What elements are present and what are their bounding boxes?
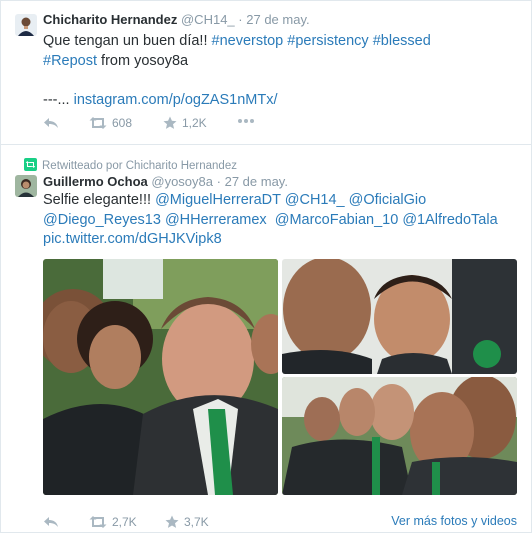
more-button[interactable]	[237, 118, 255, 124]
tweet-timestamp[interactable]: 27 de may.	[246, 12, 309, 27]
tweet-text: Que tengan un buen día!! #neverstop #per…	[43, 32, 523, 110]
instagram-link[interactable]: instagram.com/p/ogZAS1nMTx/	[74, 92, 278, 108]
mention-marcofabian[interactable]: @MarcoFabian_10	[275, 212, 399, 228]
dashes-text: ---...	[43, 91, 74, 108]
retweet-count: 608	[112, 116, 133, 130]
favorite-count: 1,2K	[182, 116, 207, 130]
more-photos-link[interactable]: Ver más fotos y videos	[391, 514, 517, 528]
favorite-count: 3,7K	[184, 515, 209, 529]
reply-button[interactable]	[43, 515, 59, 529]
tweet-actions: 2,7K 3,7K	[43, 515, 243, 533]
hashtag-neverstop[interactable]: #neverstop	[212, 33, 284, 49]
retweeted-by-text[interactable]: Retwitteado por Chicharito Hernandez	[42, 160, 237, 172]
separator-dot: ·	[216, 174, 221, 189]
mention-diego-reyes[interactable]: @Diego_Reyes13	[43, 212, 161, 228]
reply-icon	[43, 116, 59, 130]
tweet-header: Guillermo Ochoa @yosoy8a · 27 de may.	[43, 174, 288, 189]
avatar-ochoa[interactable]	[15, 175, 37, 197]
retweet-count: 2,7K	[112, 515, 137, 529]
retweet-button[interactable]: 608	[89, 116, 132, 130]
timeline: Chicharito Hernandez @CH14_ · 27 de may.…	[0, 0, 532, 533]
tweet-text: Selfie elegante!!! @MiguelHerreraDT @CH1…	[43, 191, 523, 250]
hashtag-persistency[interactable]: #persistency	[287, 33, 368, 49]
more-dots-icon	[237, 118, 255, 124]
mention-alfredotala[interactable]: @1AlfredoTala	[402, 212, 497, 228]
author-handle[interactable]: @yosoy8a	[151, 174, 213, 189]
mention-hherreramex[interactable]: @HHerreramex	[165, 212, 267, 228]
mention-oficialgio[interactable]: @OficialGio	[349, 192, 427, 208]
tweet-ochoa[interactable]: Retwitteado por Chicharito Hernandez Gui…	[1, 145, 531, 533]
favorite-button[interactable]: 3,7K	[165, 515, 209, 529]
pic-link[interactable]: pic.twitter.com/dGHJKVipk8	[43, 231, 222, 247]
author-handle[interactable]: @CH14_	[181, 12, 235, 27]
avatar-chicharito[interactable]	[15, 14, 37, 36]
author-name[interactable]: Guillermo Ochoa	[43, 174, 148, 189]
retweeted-by-note: Retwitteado por Chicharito Hernandez	[24, 158, 237, 174]
favorite-star-icon	[165, 515, 179, 529]
favorite-button[interactable]: 1,2K	[163, 116, 207, 130]
hashtag-repost[interactable]: #Repost	[43, 53, 97, 69]
mention-ch14[interactable]: @CH14_	[285, 192, 345, 208]
tweet-chicharito[interactable]: Chicharito Hernandez @CH14_ · 27 de may.…	[1, 1, 531, 145]
photo-selfie-two[interactable]	[282, 259, 517, 374]
reply-button[interactable]	[43, 116, 59, 130]
retweet-icon	[89, 515, 107, 529]
retweeted-by-icon	[24, 158, 37, 174]
photo-selfie-main[interactable]	[43, 259, 278, 495]
author-name[interactable]: Chicharito Hernandez	[43, 12, 177, 27]
tweet-text-plain: Que tengan un buen día!!	[43, 33, 212, 49]
tweet-text-plain: Selfie elegante!!!	[43, 192, 156, 208]
separator-dot: ·	[238, 12, 243, 27]
photo-selfie-three[interactable]	[282, 377, 517, 495]
favorite-star-icon	[163, 116, 177, 130]
retweet-icon	[89, 116, 107, 130]
mention-miguelherrera[interactable]: @MiguelHerreraDT	[155, 192, 281, 208]
reply-icon	[43, 515, 59, 529]
tweet-timestamp[interactable]: 27 de may.	[225, 174, 288, 189]
hashtag-blessed[interactable]: #blessed	[373, 33, 431, 49]
tweet-header: Chicharito Hernandez @CH14_ · 27 de may.	[43, 12, 310, 27]
tweet-actions: 608 1,2K	[43, 116, 283, 136]
retweet-button[interactable]: 2,7K	[89, 515, 137, 529]
from-text: from yosoy8a	[97, 52, 189, 69]
